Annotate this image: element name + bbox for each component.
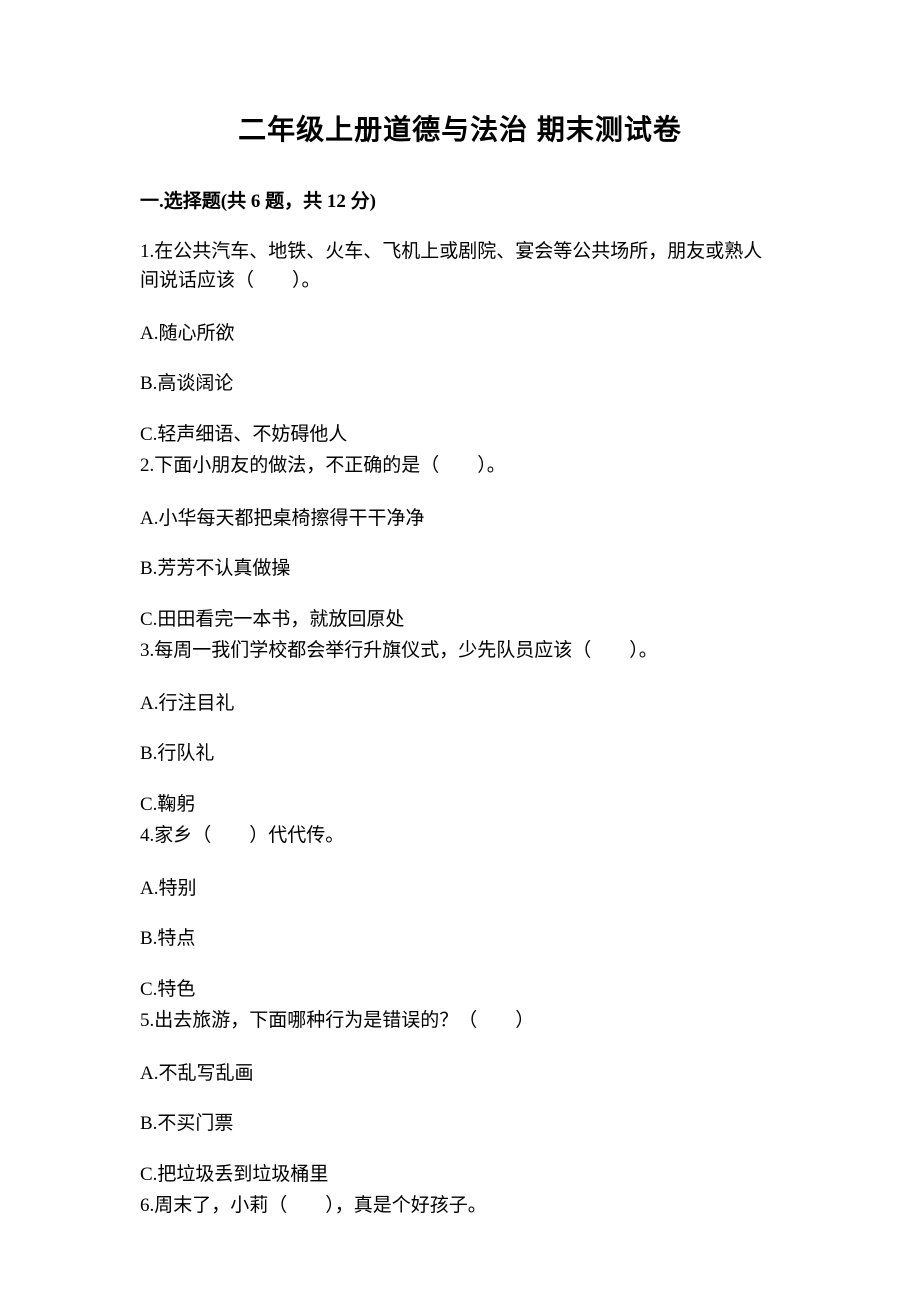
- question-option: A.随心所欲: [140, 320, 780, 349]
- question-option: C.田田看完一本书，就放回原处: [140, 606, 780, 635]
- question-block-1: 1.在公共汽车、地铁、火车、飞机上或剧院、宴会等公共场所，朋友或熟人间说话应该（…: [140, 237, 780, 449]
- question-option: B.芳芳不认真做操: [140, 555, 780, 584]
- question-block-4: 4.家乡（ ）代代传。 A.特别 B.特点 C.特色: [140, 821, 780, 1004]
- question-stem: 4.家乡（ ）代代传。: [140, 821, 780, 850]
- question-block-6: 6.周末了，小莉（ ），真是个好孩子。: [140, 1191, 780, 1220]
- question-option: B.不买门票: [140, 1110, 780, 1139]
- question-block-5: 5.出去旅游，下面哪种行为是错误的？（ ） A.不乱写乱画 B.不买门票 C.把…: [140, 1006, 780, 1189]
- question-option: A.行注目礼: [140, 690, 780, 719]
- question-block-2: 2.下面小朋友的做法，不正确的是（ ）。 A.小华每天都把桌椅擦得干干净净 B.…: [140, 451, 780, 634]
- question-option: C.鞠躬: [140, 791, 780, 820]
- question-option: B.特点: [140, 925, 780, 954]
- question-stem: 1.在公共汽车、地铁、火车、飞机上或剧院、宴会等公共场所，朋友或熟人间说话应该（…: [140, 237, 780, 296]
- question-option: A.不乱写乱画: [140, 1060, 780, 1089]
- question-block-3: 3.每周一我们学校都会举行升旗仪式，少先队员应该（ ）。 A.行注目礼 B.行队…: [140, 636, 780, 819]
- section-header: 一.选择题(共 6 题，共 12 分): [140, 186, 780, 213]
- question-stem: 2.下面小朋友的做法，不正确的是（ ）。: [140, 451, 780, 480]
- question-stem: 6.周末了，小莉（ ），真是个好孩子。: [140, 1191, 780, 1220]
- question-stem: 3.每周一我们学校都会举行升旗仪式，少先队员应该（ ）。: [140, 636, 780, 665]
- question-option: B.高谈阔论: [140, 370, 780, 399]
- question-option: A.特别: [140, 875, 780, 904]
- question-option: B.行队礼: [140, 740, 780, 769]
- question-option: C.把垃圾丢到垃圾桶里: [140, 1161, 780, 1190]
- exam-title: 二年级上册道德与法治 期末测试卷: [140, 108, 780, 148]
- question-option: C.特色: [140, 976, 780, 1005]
- question-option: C.轻声细语、不妨碍他人: [140, 421, 780, 450]
- question-stem: 5.出去旅游，下面哪种行为是错误的？（ ）: [140, 1006, 780, 1035]
- question-option: A.小华每天都把桌椅擦得干干净净: [140, 505, 780, 534]
